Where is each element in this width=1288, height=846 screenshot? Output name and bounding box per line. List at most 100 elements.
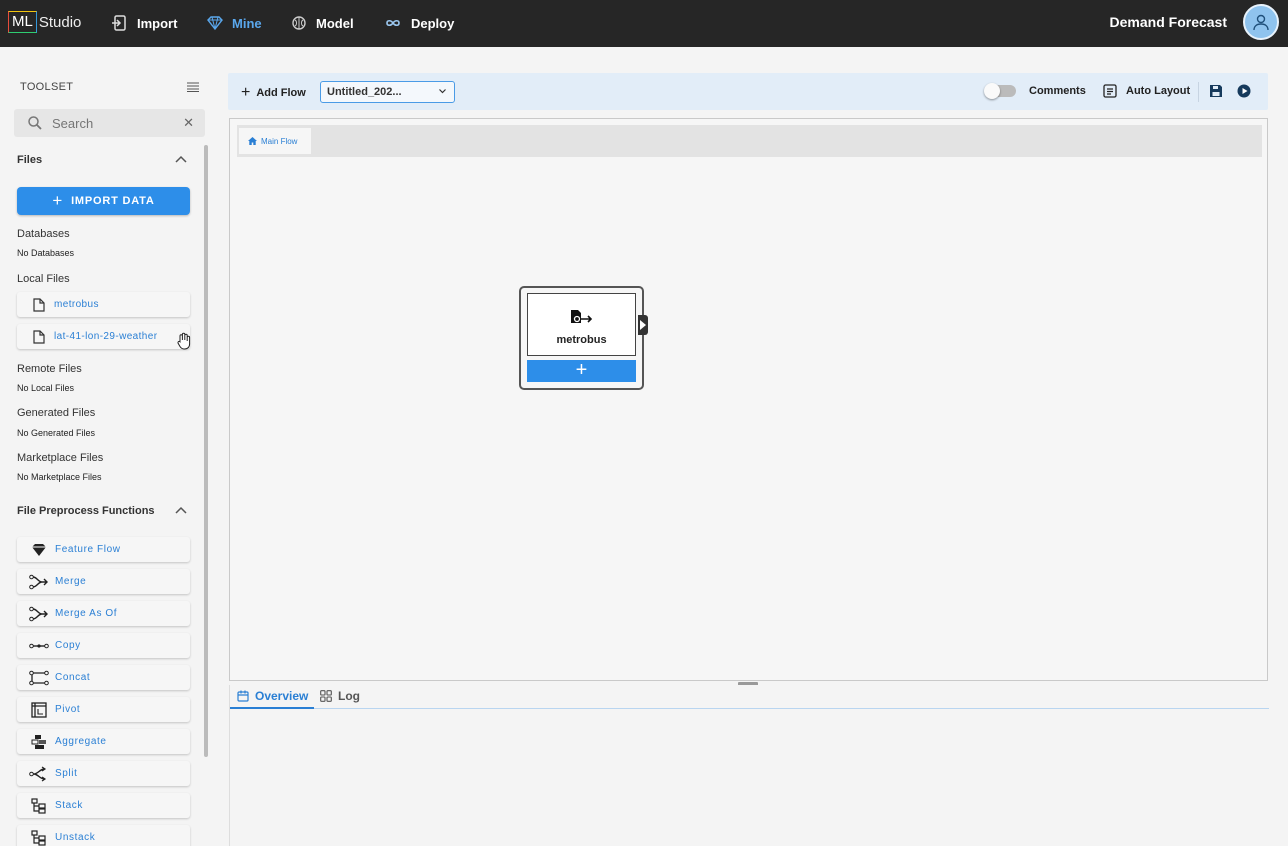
auto-layout-button[interactable]: Auto Layout: [1126, 85, 1190, 97]
function-label: Merge: [55, 576, 87, 587]
auto-layout-icon[interactable]: [1103, 84, 1117, 98]
tab-overview[interactable]: Overview: [237, 689, 308, 703]
local-file-label: metrobus: [54, 299, 99, 310]
diamond-icon: [207, 16, 223, 31]
flow-select[interactable]: Untitled_202...: [320, 81, 455, 103]
file-icon: [33, 329, 45, 344]
comments-toggle[interactable]: [984, 83, 1016, 99]
toggle-knob: [984, 83, 1000, 99]
function-pivot[interactable]: Pivot: [17, 697, 190, 722]
grid-icon: [320, 690, 332, 702]
nav-deploy[interactable]: Deploy: [384, 13, 454, 33]
nav-import-label: Import: [137, 15, 178, 31]
nav-mine[interactable]: Mine: [207, 13, 262, 33]
generated-files-empty: No Generated Files: [17, 428, 96, 438]
project-title: Demand Forecast: [1109, 14, 1227, 30]
tab-log[interactable]: Log: [320, 689, 360, 703]
user-icon: [1253, 14, 1269, 31]
function-merge[interactable]: Merge: [17, 569, 190, 594]
function-label: Split: [55, 768, 78, 779]
clear-search-icon[interactable]: ✕: [183, 115, 194, 131]
function-concat[interactable]: Concat: [17, 665, 190, 690]
databases-title: Databases: [17, 228, 70, 240]
flow-node-metrobus[interactable]: metrobus +: [519, 286, 648, 390]
function-aggregate[interactable]: Aggregate: [17, 729, 190, 754]
function-label: Concat: [55, 672, 91, 683]
marketplace-files-empty: No Marketplace Files: [17, 472, 102, 482]
function-merge-as-of[interactable]: Merge As Of: [17, 601, 190, 626]
node-body[interactable]: metrobus: [527, 293, 636, 356]
user-avatar[interactable]: [1243, 4, 1279, 40]
function-label: Pivot: [55, 704, 81, 715]
local-file-item[interactable]: metrobus: [17, 292, 190, 317]
function-copy[interactable]: Copy: [17, 633, 190, 658]
toolset-sidebar: TOOLSET ✕ Files + IMPORT DATA Databases …: [0, 47, 210, 846]
tab-main-flow[interactable]: Main Flow: [239, 128, 311, 154]
hand-cursor-icon: [177, 332, 191, 350]
toolbar-divider: [1198, 82, 1199, 102]
function-label: Merge As Of: [55, 608, 118, 619]
pivot-icon: [31, 701, 47, 718]
split-icon: [29, 766, 47, 781]
local-file-label: lat-41-lon-29-weather: [54, 331, 158, 342]
flow-canvas[interactable]: Main Flow metrobus +: [229, 118, 1268, 681]
node-add-button[interactable]: +: [527, 360, 636, 382]
copy-icon: [29, 643, 49, 648]
search-input[interactable]: [52, 115, 172, 131]
search-box[interactable]: ✕: [14, 109, 205, 137]
chevron-down-icon: [439, 89, 446, 94]
chevron-up-icon[interactable]: [175, 506, 187, 514]
databases-empty: No Databases: [17, 248, 75, 258]
app-logo[interactable]: ML Studio: [8, 10, 81, 34]
brain-icon: [292, 16, 306, 30]
import-data-button[interactable]: + IMPORT DATA: [17, 187, 190, 215]
save-icon[interactable]: [1209, 84, 1223, 98]
node-output-port[interactable]: [638, 315, 648, 335]
data-source-icon: [571, 310, 593, 323]
logo-text: Studio: [38, 13, 82, 31]
sidebar-scrollbar[interactable]: [204, 145, 208, 757]
diamond-icon: [32, 543, 46, 556]
local-file-item[interactable]: lat-41-lon-29-weather: [17, 324, 190, 349]
bottom-tabs: Overview Log: [230, 685, 1269, 709]
file-icon: [33, 297, 45, 312]
function-stack[interactable]: Stack: [17, 793, 190, 818]
stack-icon: [31, 797, 46, 814]
nav-model[interactable]: Model: [291, 13, 354, 33]
function-feature-flow[interactable]: Feature Flow: [17, 537, 190, 562]
function-label: Stack: [55, 800, 84, 811]
marketplace-files-title: Marketplace Files: [17, 452, 104, 464]
function-label: Copy: [55, 640, 81, 651]
unstack-icon: [31, 829, 46, 846]
remote-files-empty: No Local Files: [17, 383, 75, 393]
merge-as-of-icon: [29, 606, 48, 621]
remote-files-title: Remote Files: [17, 363, 82, 375]
tab-log-label: Log: [338, 689, 360, 703]
plus-icon: +: [52, 191, 64, 210]
add-flow-button[interactable]: + Add Flow: [241, 84, 306, 102]
run-icon[interactable]: [1237, 84, 1251, 98]
tab-main-flow-label: Main Flow: [261, 136, 298, 146]
nav-import[interactable]: Import: [112, 13, 177, 33]
comments-label: Comments: [1029, 85, 1086, 97]
function-label: Unstack: [55, 832, 96, 843]
tab-overview-label: Overview: [255, 689, 309, 703]
flow-tabs-bar: Main Flow: [237, 125, 1262, 157]
nav-deploy-label: Deploy: [411, 15, 455, 31]
infinity-icon: [386, 19, 400, 27]
toolset-label: TOOLSET: [20, 81, 74, 93]
import-data-label: IMPORT DATA: [71, 195, 155, 207]
flow-select-value: Untitled_202...: [327, 86, 402, 98]
search-icon: [28, 116, 42, 130]
concat-icon: [29, 670, 49, 685]
active-tab-indicator: [230, 707, 314, 709]
function-unstack[interactable]: Unstack: [17, 825, 190, 846]
nav-mine-label: Mine: [232, 15, 262, 31]
top-nav-bar: ML Studio Import Mine Model Deploy Deman…: [0, 0, 1288, 47]
aggregate-icon: [31, 734, 46, 749]
chevron-up-icon[interactable]: [175, 155, 187, 163]
files-section-title: Files: [17, 154, 43, 166]
bottom-panel: Overview Log: [229, 685, 1269, 846]
menu-icon[interactable]: [187, 82, 199, 92]
function-split[interactable]: Split: [17, 761, 190, 786]
